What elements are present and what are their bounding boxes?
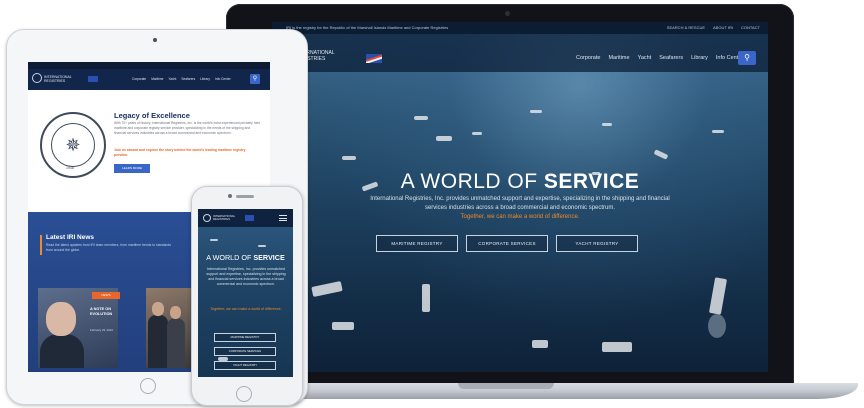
search-icon[interactable]: ⚲ [738, 51, 756, 65]
news-tag-badge: NEWS [92, 292, 120, 299]
person-face [46, 302, 76, 336]
hero-title: A WORLD OF SERVICE [198, 253, 293, 262]
iri-logo-icon[interactable] [32, 73, 42, 83]
top-bar-links: SEARCH & RESCUE ABOUT IRI CONTACT [667, 22, 760, 34]
iri-logo-text[interactable]: INTERNATIONAL REGISTRIES [44, 75, 84, 83]
news-card-date: February 23, 2024 [90, 328, 113, 332]
menu-item-seafarers[interactable]: Seafarers [659, 53, 683, 63]
person-face [152, 302, 164, 316]
hero-title-light: A WORLD OF [206, 253, 254, 262]
menu-item-info-center[interactable]: Info Center [215, 76, 231, 82]
phone-screen: INTERNATIONAL REGISTRIES A WORLD OF SERV… [198, 209, 293, 377]
tablet-top-bar [28, 62, 270, 69]
iri-logo-text[interactable]: INTERNATIONAL REGISTRIES [213, 214, 239, 221]
person-photo [40, 334, 84, 368]
compass-rose-icon: ✵ [51, 123, 95, 167]
hero-tagline: Together, we can make a world of differe… [460, 214, 580, 220]
laptop-camera [505, 11, 510, 16]
menu-item-yacht[interactable]: Yacht [168, 76, 176, 82]
ship-image [342, 156, 356, 160]
hamburger-menu-icon[interactable] [279, 215, 287, 221]
phone-camera [228, 194, 232, 198]
marshall-islands-flag-icon [245, 215, 254, 221]
ship-image [712, 130, 724, 133]
learn-more-button[interactable]: LEARN MORE [114, 164, 150, 173]
ship-image [258, 245, 266, 247]
laptop-main-menu: Corporate Maritime Yacht Seafarers Libra… [576, 53, 743, 63]
ship-image [602, 342, 632, 352]
news-title: Latest IRI News [46, 234, 95, 241]
legacy-cta: Join us aboard and explore the story beh… [114, 148, 246, 157]
laptop-notch [458, 383, 554, 389]
menu-item-library[interactable]: Library [200, 76, 210, 82]
ship-wake [708, 314, 726, 338]
ship-image [332, 322, 354, 330]
marshall-islands-flag-icon [88, 76, 98, 82]
laptop-screen: IRI is the registry for the Republic of … [272, 22, 768, 372]
hero-buttons: MARITIME REGISTRY CORPORATE SERVICES YAC… [376, 235, 638, 252]
marshall-islands-flag-icon [366, 54, 382, 63]
ship-image [414, 116, 428, 120]
iri-logo-icon[interactable] [203, 214, 211, 222]
news-body: Read the latest updates from IRI team me… [46, 243, 171, 252]
menu-item-maritime[interactable]: Maritime [151, 76, 163, 82]
legacy-body: With 70+ years of history, International… [114, 121, 260, 135]
ship-image [436, 136, 452, 141]
top-link-search-rescue[interactable]: SEARCH & RESCUE [667, 22, 705, 34]
hero-tagline: Together, we can make a world of differe… [210, 307, 282, 311]
ship-image [532, 340, 548, 348]
seal-year: 1948 [66, 166, 74, 170]
ship-image [708, 277, 728, 315]
corporate-services-button[interactable]: CORPORATE SERVICES [466, 235, 548, 252]
hero-title-bold: SERVICE [543, 170, 640, 193]
menu-item-library[interactable]: Library [691, 53, 708, 63]
menu-item-maritime[interactable]: Maritime [608, 53, 629, 63]
ship-image [602, 123, 612, 126]
corporate-services-button[interactable]: CORPORATE SERVICES [214, 347, 276, 356]
yacht-registry-button[interactable]: YACHT REGISTRY [214, 361, 276, 370]
legacy-title: Legacy of Excellence [114, 111, 190, 120]
phone-home-button [236, 386, 252, 402]
news-accent-bar [40, 235, 42, 255]
menu-item-corporate[interactable]: Corporate [132, 76, 146, 82]
ship-image [210, 239, 218, 241]
hero-body: International Registries, Inc. provides … [206, 267, 286, 286]
tablet-home-button [140, 378, 156, 394]
news-card-title[interactable]: A NOTE ON EVOLUTION [90, 307, 130, 317]
menu-item-seafarers[interactable]: Seafarers [181, 76, 195, 82]
menu-item-corporate[interactable]: Corporate [576, 53, 600, 63]
hero-title-light: A WORLD OF [400, 170, 544, 193]
ship-image [422, 284, 430, 312]
person-photo [148, 315, 168, 368]
search-icon[interactable]: ⚲ [250, 74, 260, 84]
top-link-contact[interactable]: CONTACT [741, 22, 760, 34]
maritime-registry-button[interactable]: MARITIME REGISTRY [376, 235, 458, 252]
maritime-registry-button[interactable]: MARITIME REGISTRY [214, 333, 276, 342]
phone-speaker [236, 195, 254, 198]
yacht-registry-button[interactable]: YACHT REGISTRY [556, 235, 638, 252]
tablet-main-menu: Corporate Maritime Yacht Seafarers Libra… [132, 76, 231, 82]
ship-image [530, 110, 542, 113]
person-photo [167, 318, 185, 368]
ship-image [472, 132, 482, 135]
hero-body: International Registries, Inc. provides … [370, 196, 670, 211]
top-link-about[interactable]: ABOUT IRI [713, 22, 733, 34]
laptop-top-bar: IRI is the registry for the Republic of … [272, 22, 768, 34]
ship-image [311, 280, 343, 298]
tablet-camera [153, 38, 157, 42]
top-bar-message: IRI is the registry for the Republic of … [286, 25, 449, 30]
person-face [170, 306, 181, 319]
menu-item-yacht[interactable]: Yacht [638, 53, 652, 63]
hero-title-bold: SERVICE [253, 253, 285, 262]
hero-title: A WORLD OF SERVICE [272, 170, 768, 194]
ship-image [653, 149, 669, 160]
